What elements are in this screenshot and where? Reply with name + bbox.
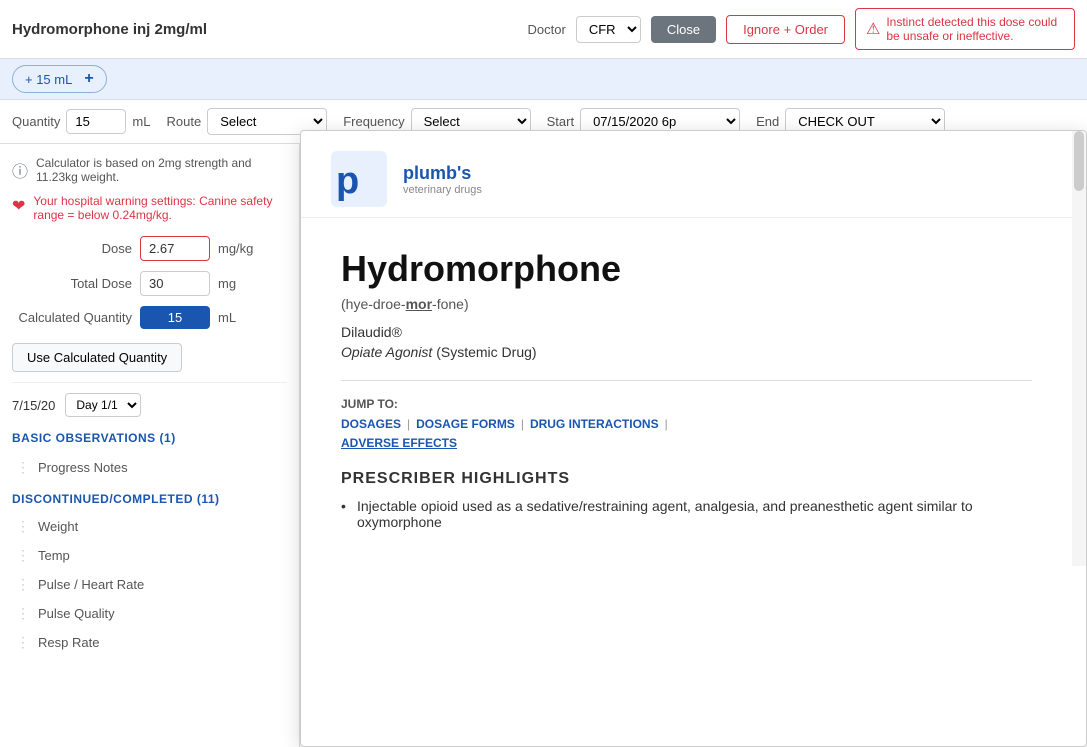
dose-quick-row: + 15 mL + (0, 59, 1087, 100)
calc-qty-input[interactable] (140, 306, 210, 329)
calc-qty-unit: mL (218, 310, 236, 325)
monograph-content: Hydromorphone (hye-droe-mor-fone) Dilaud… (301, 218, 1072, 566)
monograph-brand: Dilaudid® (341, 324, 1032, 340)
total-dose-label: Total Dose (12, 276, 132, 291)
monograph-jump-links: DOSAGES | DOSAGE FORMS | DRUG INTERACTIO… (341, 417, 1032, 431)
drag-icon: ⋮ (16, 634, 30, 651)
list-item[interactable]: ⋮ Pulse / Heart Rate (12, 570, 287, 599)
quantity-unit: mL (132, 114, 150, 129)
total-dose-unit: mg (218, 276, 236, 291)
left-panel: ⓘ Calculator is based on 2mg strength an… (0, 144, 300, 747)
calc-info: ⓘ Calculator is based on 2mg strength an… (12, 156, 287, 184)
observations-section: BASIC OBSERVATIONS (1) ⋮ Progress Notes … (12, 431, 287, 657)
main-container: Hydromorphone inj 2mg/ml Doctor CFR Clos… (0, 0, 1087, 747)
right-panel: Order Notes Price $234.27 Mandatory Trea… (300, 144, 1087, 747)
date-row: 7/15/20 Day 1/1 (12, 382, 287, 417)
list-item[interactable]: ⋮ Weight (12, 512, 287, 541)
add-dose-icon[interactable]: + (84, 70, 93, 88)
drag-icon: ⋮ (16, 576, 30, 593)
calc-qty-label: Calculated Quantity (12, 310, 132, 325)
ignore-order-button[interactable]: Ignore + Order (726, 15, 845, 44)
scrollbar-thumb[interactable] (1074, 131, 1084, 191)
obs-item-label: Resp Rate (38, 635, 99, 650)
frequency-label: Frequency (343, 114, 404, 129)
monograph-class: Opiate Agonist (Systemic Drug) (341, 344, 1032, 360)
list-item[interactable]: ⋮ Resp Rate (12, 628, 287, 657)
total-dose-input[interactable] (140, 271, 210, 296)
calc-qty-row: Calculated Quantity mL (12, 306, 287, 329)
warning-badge: ⚠ Instinct detected this dose could be u… (855, 8, 1075, 50)
monograph-overlay: p plumb's veterinary drugs Hydromorphone… (300, 130, 1087, 747)
jump-dosages-link[interactable]: DOSAGES (341, 417, 401, 431)
quantity-label: Quantity (12, 114, 60, 129)
dose-input[interactable] (140, 236, 210, 261)
start-label: Start (547, 114, 574, 129)
doctor-label: Doctor (528, 22, 566, 37)
discontinued-obs-header: DISCONTINUED/COMPLETED (11) (12, 492, 287, 506)
monograph-plumbs-logo-icon: p (331, 151, 387, 207)
jump-drug-interactions-link[interactable]: DRUG INTERACTIONS (530, 417, 659, 431)
list-item[interactable]: ⋮ Temp (12, 541, 287, 570)
monograph-header: p plumb's veterinary drugs (301, 131, 1072, 218)
drug-title: Hydromorphone inj 2mg/ml (12, 21, 207, 38)
monograph-jump-label: JUMP TO: (341, 397, 1032, 411)
drag-icon: ⋮ (16, 547, 30, 564)
dose-row: Dose mg/kg (12, 236, 287, 261)
list-item[interactable]: ⋮ Pulse Quality (12, 599, 287, 628)
dose-label: Dose (12, 241, 132, 256)
drag-icon: ⋮ (16, 459, 30, 476)
calc-info-text: Calculator is based on 2mg strength and … (36, 156, 287, 184)
warning-icon: ⚠ (866, 19, 880, 39)
route-label: Route (166, 114, 201, 129)
svg-text:p: p (336, 160, 359, 202)
obs-item-label: Weight (38, 519, 78, 534)
content-area: ⓘ Calculator is based on 2mg strength an… (0, 144, 1087, 747)
scrollbar-track (1072, 131, 1086, 566)
obs-item-label: Pulse Quality (38, 606, 115, 621)
doctor-select[interactable]: CFR (576, 16, 641, 43)
total-dose-row: Total Dose mg (12, 271, 287, 296)
jump-adverse-effects-link[interactable]: ADVERSE EFFECTS (341, 436, 457, 450)
calc-warning-text: Your hospital warning settings: Canine s… (33, 194, 287, 222)
date-value: 7/15/20 (12, 398, 55, 413)
monograph-bullet-1: Injectable opioid used as a sedative/res… (341, 498, 1032, 530)
end-label: End (756, 114, 779, 129)
day-select[interactable]: Day 1/1 (65, 393, 141, 417)
obs-item-label: Progress Notes (38, 460, 128, 475)
monograph-drug-name: Hydromorphone (341, 248, 1032, 290)
monograph-phonetic: (hye-droe-mor-fone) (341, 296, 1032, 312)
warning-heart-icon: ❤ (12, 196, 25, 222)
basic-obs-header: BASIC OBSERVATIONS (1) (12, 431, 287, 445)
obs-item-label: Temp (38, 548, 70, 563)
monograph-plumbs-text: plumb's veterinary drugs (403, 163, 482, 196)
use-calculated-quantity-button[interactable]: Use Calculated Quantity (12, 343, 182, 372)
close-button[interactable]: Close (651, 16, 716, 43)
list-item[interactable]: ⋮ Progress Notes (12, 453, 287, 482)
dose-unit: mg/kg (218, 241, 253, 256)
monograph-divider (341, 380, 1032, 381)
info-icon: ⓘ (12, 158, 28, 184)
dose-quick-pill[interactable]: + 15 mL + (12, 65, 107, 93)
obs-item-label: Pulse / Heart Rate (38, 577, 144, 592)
quantity-group: Quantity mL (12, 109, 150, 134)
header-bar: Hydromorphone inj 2mg/ml Doctor CFR Clos… (0, 0, 1087, 59)
drag-icon: ⋮ (16, 605, 30, 622)
jump-dosage-forms-link[interactable]: DOSAGE FORMS (416, 417, 515, 431)
warning-text: Instinct detected this dose could be uns… (886, 15, 1064, 43)
quantity-input[interactable] (66, 109, 126, 134)
dose-quick-label: + 15 mL (25, 72, 72, 87)
calc-warning: ❤ Your hospital warning settings: Canine… (12, 194, 287, 222)
drag-icon: ⋮ (16, 518, 30, 535)
monograph-section-title: PRESCRIBER HIGHLIGHTS (341, 470, 1032, 488)
